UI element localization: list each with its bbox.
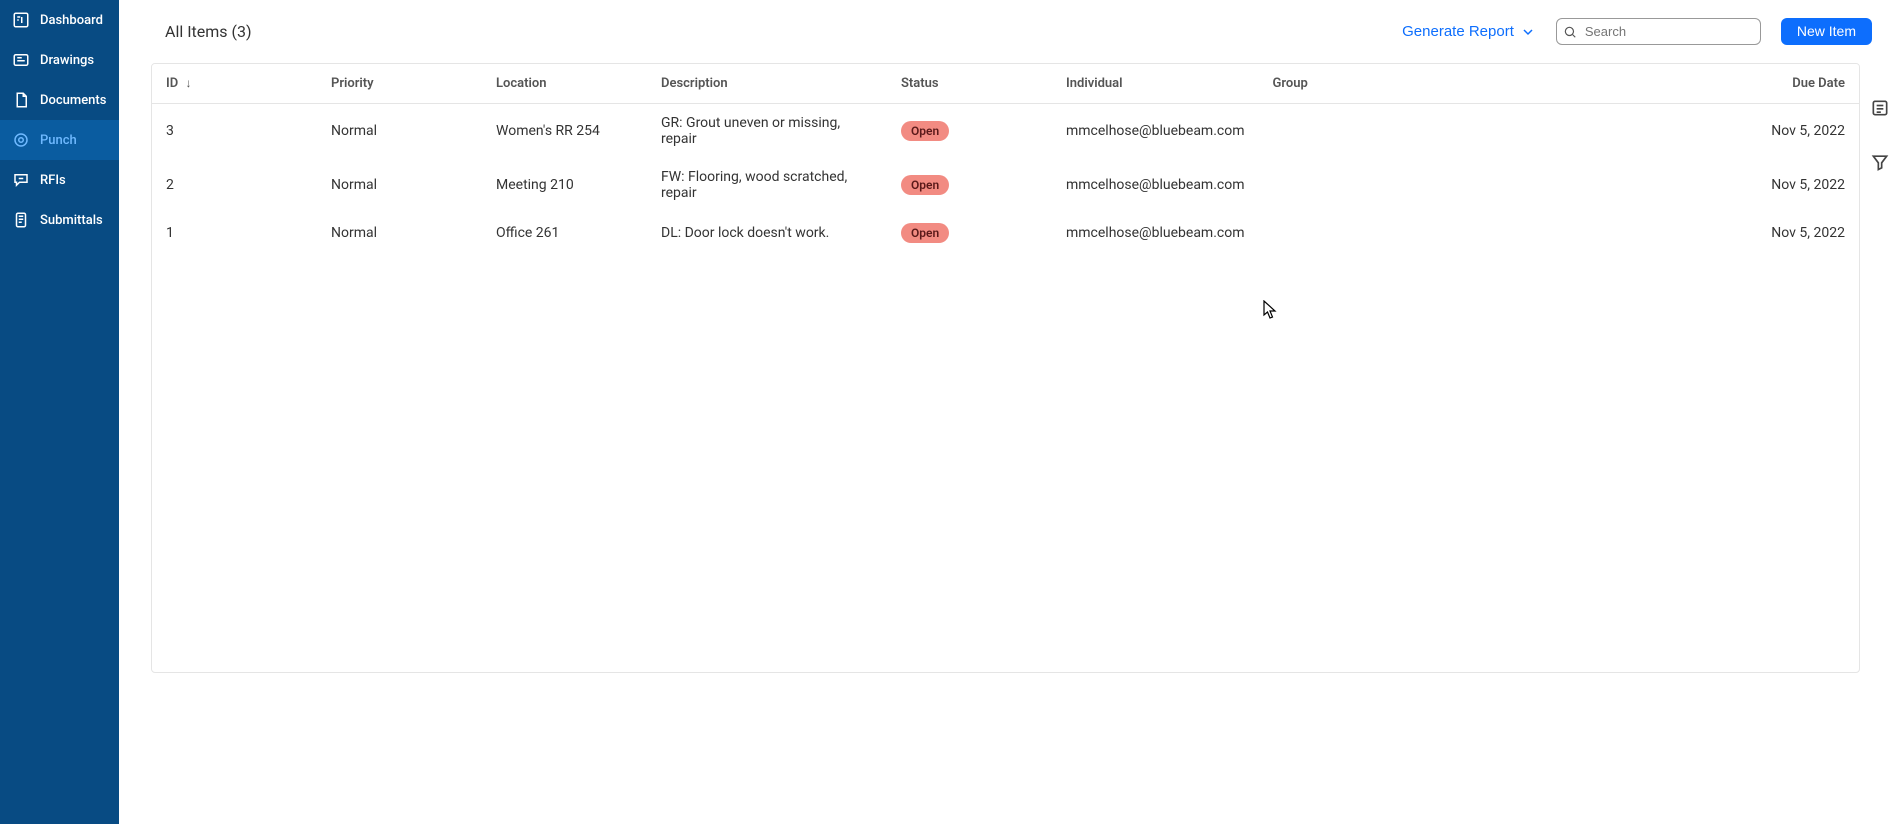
id-cell: 2 (152, 158, 317, 212)
location-cell: Meeting 210 (482, 158, 647, 212)
status-badge: Open (901, 121, 949, 141)
sidebar-item-label: Submittals (40, 213, 103, 228)
description-cell: GR: Grout uneven or missing, repair (647, 104, 887, 159)
documents-icon (12, 91, 30, 109)
due-date-cell: Nov 5, 2022 (1424, 212, 1860, 254)
individual-cell: mmcelhose@bluebeam.com (1052, 104, 1259, 159)
generate-report-label: Generate Report (1402, 23, 1514, 40)
sidebar-item-drawings[interactable]: Drawings (0, 40, 119, 80)
sidebar-item-punch[interactable]: Punch (0, 120, 119, 160)
column-header-location[interactable]: Location (482, 64, 647, 104)
rfis-icon (12, 171, 30, 189)
column-header-due-date[interactable]: Due Date (1424, 64, 1860, 104)
top-bar: All Items (3) Generate Report New Item (119, 0, 1900, 63)
priority-cell: Normal (317, 212, 482, 254)
group-cell (1259, 158, 1424, 212)
search-icon (1563, 25, 1577, 39)
description-cell: DL: Door lock doesn't work. (647, 212, 887, 254)
chevron-down-icon (1520, 24, 1536, 40)
items-table-container: ID ↓ Priority Location Description Statu… (151, 63, 1860, 673)
sidebar-item-label: Documents (40, 93, 106, 108)
status-badge: Open (901, 175, 949, 195)
filter-toggle[interactable] (1868, 150, 1892, 174)
due-date-cell: Nov 5, 2022 (1424, 158, 1860, 212)
search-input[interactable] (1556, 18, 1761, 45)
status-cell: Open (887, 212, 1052, 254)
id-cell: 1 (152, 212, 317, 254)
column-header-status[interactable]: Status (887, 64, 1052, 104)
due-date-cell: Nov 5, 2022 (1424, 104, 1860, 159)
location-cell: Office 261 (482, 212, 647, 254)
sidebar-item-label: Drawings (40, 53, 94, 68)
column-header-individual[interactable]: Individual (1052, 64, 1259, 104)
sidebar-item-label: Punch (40, 133, 77, 148)
status-cell: Open (887, 158, 1052, 212)
priority-cell: Normal (317, 158, 482, 212)
table-header-row: ID ↓ Priority Location Description Statu… (152, 64, 1859, 104)
column-header-priority[interactable]: Priority (317, 64, 482, 104)
drawings-icon (12, 51, 30, 69)
sidebar-item-label: Dashboard (40, 13, 103, 28)
search-box (1556, 18, 1761, 45)
group-cell (1259, 104, 1424, 159)
list-icon (1870, 98, 1890, 118)
main-content: All Items (3) Generate Report New Item (119, 0, 1900, 824)
column-header-label: ID (166, 76, 178, 91)
sidebar-item-rfis[interactable]: RFIs (0, 160, 119, 200)
sidebar-item-submittals[interactable]: Submittals (0, 200, 119, 240)
sidebar-item-label: RFIs (40, 173, 66, 188)
generate-report-button[interactable]: Generate Report (1402, 23, 1536, 40)
id-cell: 3 (152, 104, 317, 159)
column-header-group[interactable]: Group (1259, 64, 1424, 104)
detail-panel-toggle[interactable] (1868, 96, 1892, 120)
individual-cell: mmcelhose@bluebeam.com (1052, 158, 1259, 212)
filter-icon (1870, 152, 1890, 172)
table-row[interactable]: 3NormalWomen's RR 254GR: Grout uneven or… (152, 104, 1859, 159)
status-cell: Open (887, 104, 1052, 159)
new-item-button[interactable]: New Item (1781, 18, 1872, 45)
sidebar: Dashboard Drawings Documents Punch RFIs … (0, 0, 119, 824)
sidebar-item-dashboard[interactable]: Dashboard (0, 0, 119, 40)
table-row[interactable]: 1NormalOffice 261DL: Door lock doesn't w… (152, 212, 1859, 254)
location-cell: Women's RR 254 (482, 104, 647, 159)
submittals-icon (12, 211, 30, 229)
table-row[interactable]: 2NormalMeeting 210FW: Flooring, wood scr… (152, 158, 1859, 212)
column-header-description[interactable]: Description (647, 64, 887, 104)
group-cell (1259, 212, 1424, 254)
items-table: ID ↓ Priority Location Description Statu… (152, 64, 1859, 254)
priority-cell: Normal (317, 104, 482, 159)
description-cell: FW: Flooring, wood scratched, repair (647, 158, 887, 212)
punch-icon (12, 131, 30, 149)
sort-descending-icon: ↓ (185, 76, 191, 90)
right-rail (1868, 96, 1892, 174)
column-header-id[interactable]: ID ↓ (152, 64, 317, 104)
page-title: All Items (3) (165, 22, 1382, 41)
sidebar-item-documents[interactable]: Documents (0, 80, 119, 120)
individual-cell: mmcelhose@bluebeam.com (1052, 212, 1259, 254)
status-badge: Open (901, 223, 949, 243)
dashboard-icon (12, 11, 30, 29)
